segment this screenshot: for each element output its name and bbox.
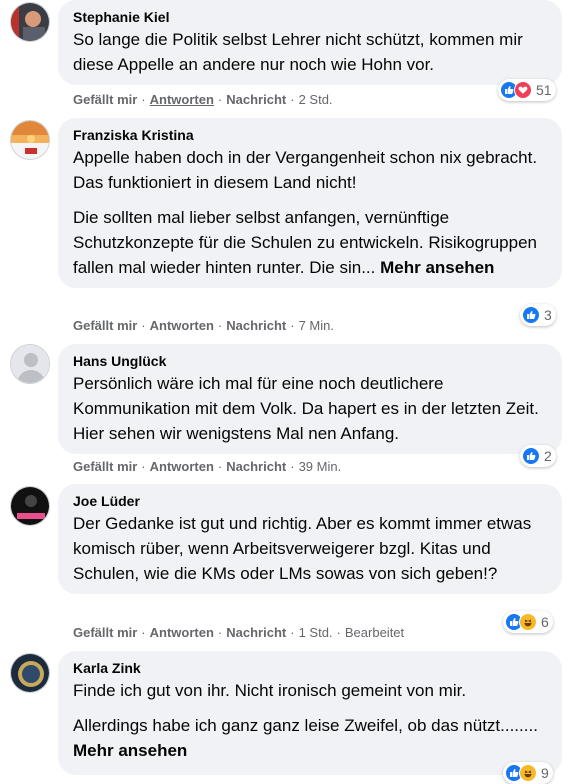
message-action[interactable]: Nachricht <box>226 318 286 333</box>
message-action[interactable]: Nachricht <box>226 459 286 474</box>
avatar[interactable] <box>10 120 50 160</box>
avatar[interactable] <box>10 2 50 42</box>
edited-label[interactable]: Bearbeitet <box>345 625 404 640</box>
like-action[interactable]: Gefällt mir <box>73 625 137 640</box>
message-action[interactable]: Nachricht <box>226 92 286 107</box>
reaction-count: 9 <box>541 765 549 781</box>
love-icon <box>514 81 532 99</box>
reaction-count: 6 <box>541 614 549 630</box>
see-more-link[interactable]: Mehr ansehen <box>73 741 187 760</box>
reaction-count: 3 <box>544 307 552 323</box>
comment-text: Allerdings habe ich ganz ganz leise Zwei… <box>73 716 538 760</box>
comment-bubble: Joe Lüder Der Gedanke ist gut und richti… <box>58 484 562 594</box>
comment-actions: Gefällt mir · Antworten · Nachricht · 7 Min. <box>73 318 334 333</box>
comment-actions: Gefällt mir · Antworten · Nachricht · 39 Min. <box>73 459 342 474</box>
reply-action[interactable]: Antworten <box>150 625 214 640</box>
comment-bubble: Stephanie Kiel So lange die Politik selb… <box>58 0 562 85</box>
comment-actions: Gefällt mir · Antworten · Nachricht · 2 Std. <box>73 92 333 107</box>
comment-text: Die sollten mal lieber selbst anfangen, … <box>73 208 537 277</box>
comment-text: Persönlich wäre ich mal für eine noch de… <box>73 374 539 443</box>
reaction-count: 2 <box>544 448 552 464</box>
comment-author[interactable]: Joe Lüder <box>73 492 548 510</box>
reply-action[interactable]: Antworten <box>150 318 214 333</box>
comment-text: Der Gedanke ist gut und richtig. Aber es… <box>73 514 532 583</box>
comment-timestamp[interactable]: 2 Std. <box>299 92 333 107</box>
comment-author[interactable]: Hans Unglück <box>73 352 548 370</box>
like-icon <box>522 447 540 465</box>
comment-text: Finde ich gut von ihr. Nicht ironisch ge… <box>73 681 467 700</box>
haha-icon <box>519 613 537 631</box>
see-more-link[interactable]: Mehr ansehen <box>380 258 494 277</box>
comment-author[interactable]: Karla Zink <box>73 659 548 677</box>
comment-timestamp[interactable]: 7 Min. <box>299 318 334 333</box>
like-action[interactable]: Gefällt mir <box>73 318 137 333</box>
reaction-summary[interactable]: 6 <box>503 611 553 633</box>
reaction-summary[interactable]: 51 <box>498 79 556 101</box>
comment-bubble: Hans Unglück Persönlich wäre ich mal für… <box>58 344 562 454</box>
like-action[interactable]: Gefällt mir <box>73 459 137 474</box>
comment-author[interactable]: Franziska Kristina <box>73 126 548 144</box>
reply-action[interactable]: Antworten <box>150 459 214 474</box>
comment-actions: Gefällt mir · Antworten · Nachricht · 1 Std. · B… <box>73 625 405 640</box>
reaction-summary[interactable]: 3 <box>520 304 556 326</box>
comment-text: So lange die Politik selbst Lehrer nicht… <box>73 30 523 74</box>
comment-timestamp[interactable]: 1 Std. <box>299 625 333 640</box>
message-action[interactable]: Nachricht <box>226 625 286 640</box>
comment-bubble: Franziska Kristina Appelle haben doch in… <box>58 118 562 288</box>
avatar[interactable] <box>10 653 50 693</box>
comment-text: Appelle haben doch in der Vergangenheit … <box>73 148 538 192</box>
avatar[interactable] <box>10 486 50 526</box>
haha-icon <box>519 764 537 782</box>
like-action[interactable]: Gefällt mir <box>73 92 137 107</box>
comment-timestamp[interactable]: 39 Min. <box>299 459 342 474</box>
avatar[interactable] <box>10 344 50 384</box>
reply-action[interactable]: Antworten <box>150 92 214 107</box>
like-icon <box>522 306 540 324</box>
comment-bubble: Karla Zink Finde ich gut von ihr. Nicht … <box>58 651 562 775</box>
reaction-summary[interactable]: 9 <box>503 762 553 784</box>
comment-author[interactable]: Stephanie Kiel <box>73 8 548 26</box>
reaction-count: 51 <box>536 82 552 98</box>
reaction-summary[interactable]: 2 <box>520 445 556 467</box>
